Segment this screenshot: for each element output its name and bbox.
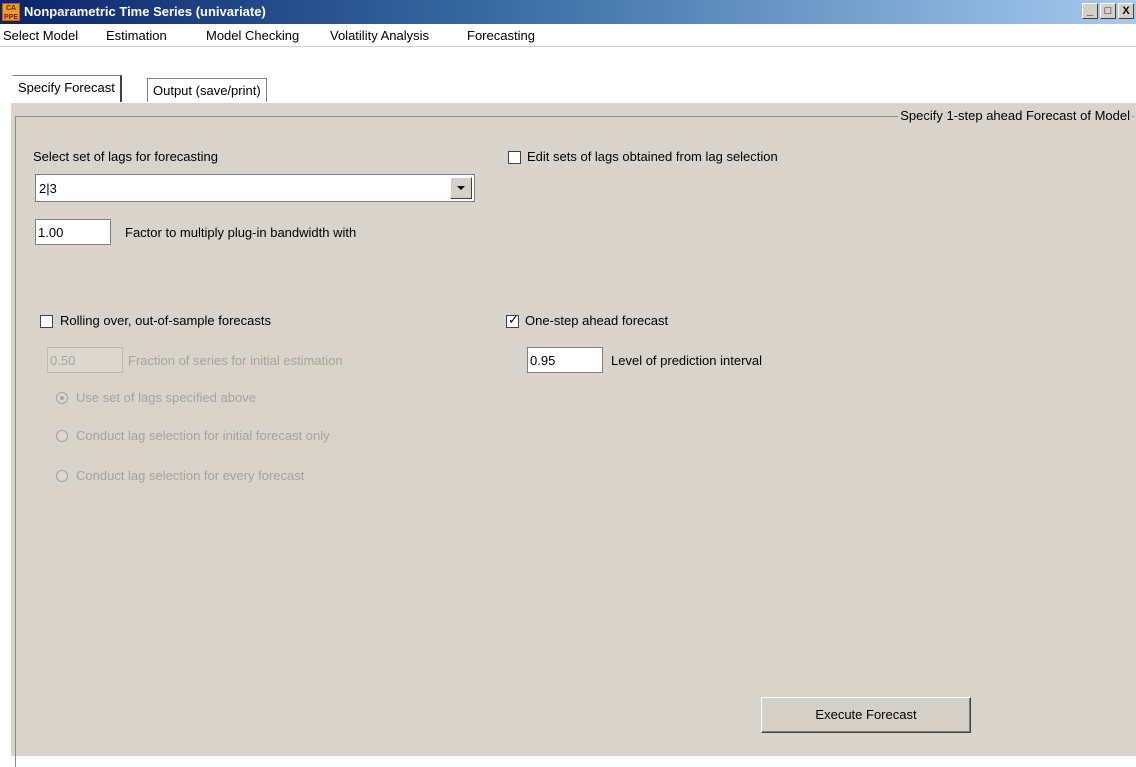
one-step-label: One-step ahead forecast	[525, 313, 669, 328]
chevron-down-icon[interactable]	[450, 177, 472, 199]
rolling-forecast-checkbox[interactable]	[40, 315, 53, 328]
tab-output[interactable]: Output (save/print)	[147, 78, 267, 102]
menu-forecasting[interactable]: Forecasting	[467, 28, 535, 43]
menu-estimation[interactable]: Estimation	[106, 28, 167, 43]
radio-lag-selection-every[interactable]	[56, 470, 68, 482]
minimize-icon[interactable]: _	[1082, 3, 1098, 19]
prediction-level-input[interactable]: 0.95	[527, 347, 603, 373]
menu-bar: Select Model Estimation Model Checking V…	[0, 24, 1136, 47]
menu-model-checking[interactable]: Model Checking	[206, 28, 299, 43]
window-title: Nonparametric Time Series (univariate)	[24, 4, 266, 19]
lag-select-dropdown[interactable]: 2|3	[35, 174, 475, 202]
prediction-level-label: Level of prediction interval	[611, 353, 763, 368]
title-bar: CA PPE Nonparametric Time Series (univar…	[0, 0, 1136, 24]
checkmark-icon: ✓	[508, 312, 519, 327]
fraction-label: Fraction of series for initial estimatio…	[128, 353, 343, 368]
fraction-input[interactable]: 0.50	[47, 347, 123, 373]
bandwidth-factor-label: Factor to multiply plug-in bandwidth wit…	[125, 225, 357, 240]
one-step-checkbox[interactable]: ✓	[506, 312, 519, 328]
execute-forecast-button[interactable]: Execute Forecast	[761, 697, 971, 733]
lag-select-label: Select set of lags for forecasting	[33, 149, 218, 164]
edit-lags-label: Edit sets of lags obtained from lag sele…	[527, 149, 778, 164]
bandwidth-factor-input[interactable]: 1.00	[35, 219, 111, 245]
menu-select-model[interactable]: Select Model	[3, 28, 78, 43]
app-logo-icon: CA PPE	[2, 3, 20, 21]
radio-lag-selection-every-label: Conduct lag selection for every forecast	[76, 468, 305, 483]
radio-lag-selection-initial-label: Conduct lag selection for initial foreca…	[76, 428, 330, 443]
forecast-panel: Specify 1-step ahead Forecast of Model S…	[10, 102, 1136, 767]
close-icon[interactable]: X	[1118, 3, 1134, 19]
edit-lags-checkbox[interactable]	[508, 151, 521, 164]
radio-use-lags-above-label: Use set of lags specified above	[76, 390, 256, 405]
rolling-forecast-label: Rolling over, out-of-sample forecasts	[60, 313, 271, 328]
radio-use-lags-above[interactable]	[56, 392, 68, 404]
radio-lag-selection-initial[interactable]	[56, 430, 68, 442]
frame-title: Specify 1-step ahead Forecast of Model	[898, 108, 1132, 123]
menu-volatility-analysis[interactable]: Volatility Analysis	[330, 28, 429, 43]
tab-specify-forecast[interactable]: Specify Forecast	[12, 75, 122, 103]
window-controls: _ □ X	[1082, 3, 1134, 19]
lag-select-value: 2|3	[39, 181, 57, 196]
tab-strip: Specify Forecast Output (save/print)	[0, 47, 1136, 103]
maximize-icon[interactable]: □	[1100, 3, 1116, 19]
